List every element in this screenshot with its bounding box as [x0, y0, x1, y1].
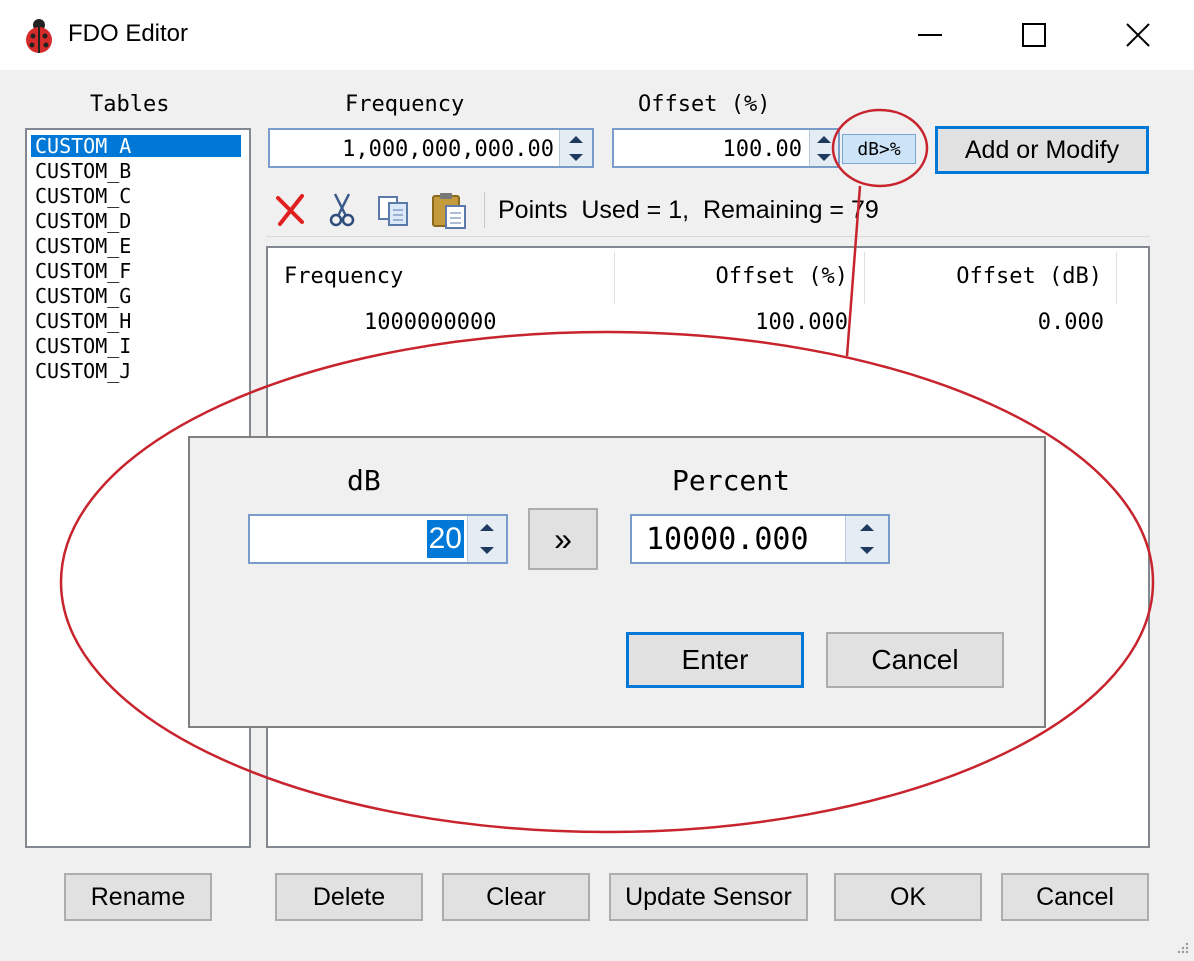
minimize-icon — [918, 34, 942, 36]
percent-spinner[interactable] — [845, 516, 888, 562]
dialog-cancel-button[interactable]: Cancel — [826, 632, 1004, 688]
cell-frequency: 1000000000 — [364, 310, 497, 335]
spin-up-icon — [480, 524, 494, 531]
add-or-modify-button[interactable]: Add or Modify — [935, 126, 1149, 174]
table-row[interactable]: 1000000000 100.000 0.000 — [268, 306, 1148, 338]
delete-button[interactable]: Delete — [275, 873, 423, 921]
table-item-custom-c[interactable]: CUSTOM_C — [31, 185, 131, 207]
update-sensor-button[interactable]: Update Sensor — [609, 873, 808, 921]
table-item-custom-f[interactable]: CUSTOM_F — [31, 260, 131, 282]
frequency-input[interactable]: 1,000,000,000.00 — [268, 128, 594, 168]
cancel-button[interactable]: Cancel — [1001, 873, 1149, 921]
db-label: dB — [347, 464, 381, 497]
spin-up-icon — [569, 135, 583, 143]
column-header-offset-pct[interactable]: Offset (%) — [620, 264, 848, 289]
cut-icon[interactable] — [326, 192, 358, 228]
table-item-custom-a[interactable]: CUSTOM_A — [31, 135, 241, 157]
spin-up-icon — [860, 524, 874, 531]
table-item-custom-g[interactable]: CUSTOM_G — [31, 285, 131, 307]
frequency-spinner[interactable] — [559, 130, 592, 166]
db-to-percent-button[interactable]: dB>% — [842, 134, 916, 164]
close-icon — [1126, 23, 1150, 47]
offset-label: Offset (%) — [638, 92, 771, 117]
db-value: 20 — [426, 520, 464, 558]
toolbar-separator — [484, 192, 485, 228]
frequency-label: Frequency — [345, 92, 465, 117]
close-button[interactable] — [1088, 0, 1188, 70]
table-item-custom-i[interactable]: CUSTOM_I — [31, 335, 131, 357]
enter-button[interactable]: Enter — [626, 632, 804, 688]
column-divider — [864, 252, 865, 304]
column-divider — [614, 252, 615, 304]
clear-button[interactable]: Clear — [442, 873, 590, 921]
resize-grip-icon[interactable] — [1174, 940, 1190, 956]
spin-up-icon — [817, 135, 831, 143]
offset-value: 100.00 — [722, 137, 802, 162]
column-divider — [1116, 252, 1117, 304]
paste-icon[interactable] — [430, 190, 468, 230]
spin-down-icon — [860, 547, 874, 554]
percent-value: 10000.000 — [646, 522, 809, 557]
column-header-offset-db[interactable]: Offset (dB) — [870, 264, 1102, 289]
spin-down-icon — [817, 153, 831, 161]
frequency-value: 1,000,000,000.00 — [342, 137, 554, 162]
spin-down-icon — [480, 547, 494, 554]
copy-icon[interactable] — [376, 192, 412, 228]
db-input[interactable]: 20 — [248, 514, 508, 564]
cell-offset-db: 0.000 — [1037, 310, 1104, 335]
title-bar: FDO Editor — [0, 0, 1194, 70]
rename-button[interactable]: Rename — [64, 873, 212, 921]
table-item-custom-h[interactable]: CUSTOM_H — [31, 310, 131, 332]
app-ladybug-icon — [22, 16, 56, 54]
delete-point-icon[interactable] — [272, 192, 308, 228]
maximize-icon — [1022, 23, 1046, 47]
table-item-custom-b[interactable]: CUSTOM_B — [31, 160, 131, 182]
db-percent-dialog: dB 20 » Percent 10000.000 Enter Cancel — [188, 436, 1046, 728]
window-title: FDO Editor — [68, 20, 189, 47]
points-toolbar: Points Used = 1, Remaining = 79 — [266, 184, 1150, 237]
spin-down-icon — [569, 153, 583, 161]
db-spinner[interactable] — [467, 516, 506, 562]
cell-offset-pct: 100.000 — [755, 310, 848, 335]
percent-label: Percent — [672, 464, 791, 497]
percent-input[interactable]: 10000.000 — [630, 514, 890, 564]
table-item-custom-e[interactable]: CUSTOM_E — [31, 235, 131, 257]
column-header-frequency[interactable]: Frequency — [284, 264, 403, 289]
tables-label: Tables — [90, 92, 170, 117]
points-status: Points Used = 1, Remaining = 79 — [498, 196, 879, 224]
minimize-button[interactable] — [880, 0, 980, 70]
offset-input[interactable]: 100.00 — [612, 128, 840, 168]
maximize-button[interactable] — [984, 0, 1084, 70]
table-item-custom-d[interactable]: CUSTOM_D — [31, 210, 131, 232]
offset-spinner[interactable] — [809, 130, 838, 166]
table-item-custom-j[interactable]: CUSTOM_J — [31, 360, 131, 382]
convert-button[interactable]: » — [528, 508, 598, 570]
ok-button[interactable]: OK — [834, 873, 982, 921]
